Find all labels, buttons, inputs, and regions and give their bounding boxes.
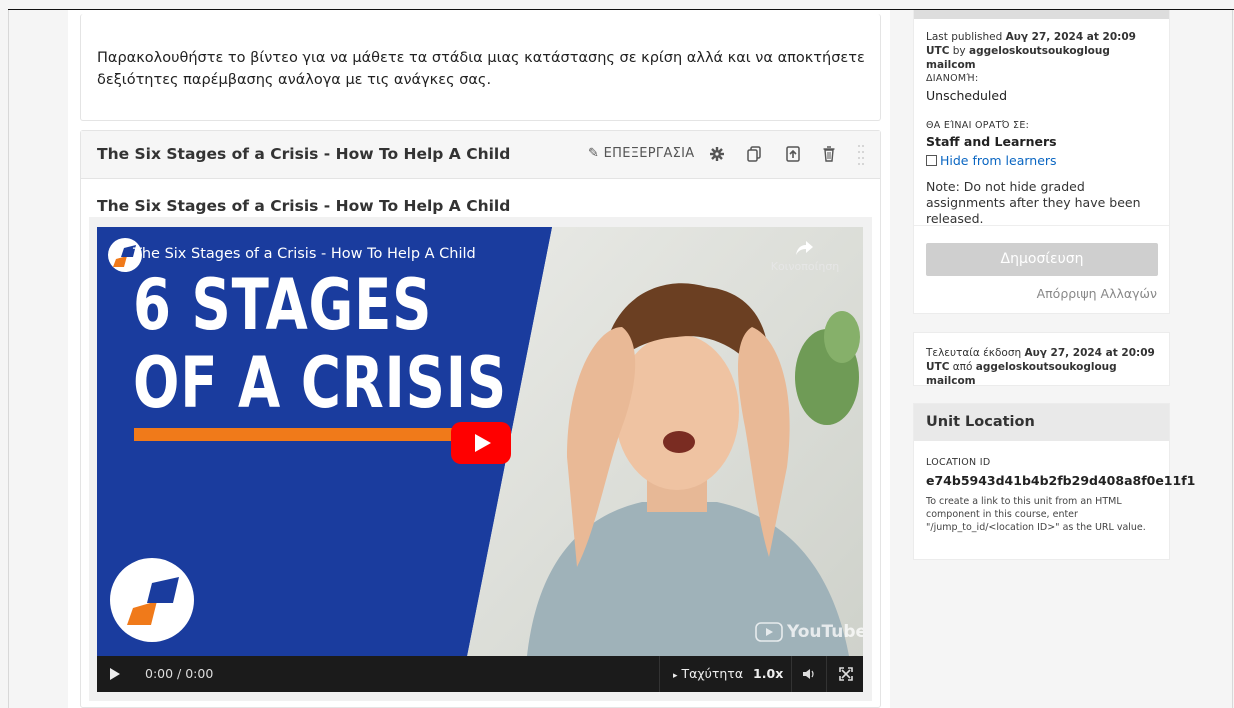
share-icon — [796, 241, 813, 255]
trash-icon[interactable] — [819, 144, 839, 164]
location-help-text: To create a link to this unit from an HT… — [926, 496, 1146, 533]
gear-icon[interactable] — [707, 144, 727, 164]
speed-control[interactable]: ▸ Ταχύτητα 1.0x — [673, 666, 783, 681]
left-edge — [8, 10, 9, 708]
publish-status-card: Last published Αυγ 27, 2024 at 20:09 UTC… — [913, 10, 1170, 314]
release-value: Unscheduled — [926, 88, 1008, 103]
controls-divider — [659, 656, 660, 692]
last-version-prefix: Τελευταία έκδοση — [926, 347, 1022, 359]
hide-checkbox[interactable] — [926, 155, 937, 166]
last-version-card: Τελευταία έκδοση Αυγ 27, 2024 at 20:09 U… — [913, 332, 1170, 388]
edit-button[interactable]: ✎ ΕΠΕΞΕΡΓΑΣΙΑ — [588, 146, 695, 161]
share-label: Κοινοποίηση — [770, 260, 840, 273]
last-published-prefix: Last published — [926, 31, 1003, 43]
youtube-logo-icon — [755, 622, 783, 642]
watermark-text: YouTube — [787, 622, 863, 642]
hide-label: Hide from learners — [940, 153, 1057, 168]
last-published-by: by — [952, 45, 966, 57]
intro-paragraph: Παρακολουθήστε το βίντεο για να μάθετε τ… — [97, 50, 865, 88]
youtube-play-icon[interactable] — [451, 422, 511, 464]
video-controls: 0:00 / 0:00 ▸ Ταχύτητα 1.0x — [97, 656, 863, 692]
thumbnail-line-1: 6 STAGES — [133, 264, 433, 346]
grading-note: Note: Do not hide graded assignments aft… — [926, 179, 1141, 226]
divider — [914, 225, 1169, 226]
visible-to-label: ΘΑ ΕΊΝΑΙ ΟΡΑΤΌ ΣΕ: — [926, 120, 1030, 131]
speed-label: Ταχύτητα — [681, 666, 744, 681]
visible-to-value: Staff and Learners — [926, 134, 1057, 149]
controls-divider-2 — [791, 656, 792, 692]
drag-handle-icon[interactable] — [857, 143, 865, 167]
unit-location-header: Unit Location — [914, 404, 1169, 441]
component-header: The Six Stages of a Crisis - How To Help… — [81, 131, 880, 179]
move-icon[interactable] — [783, 144, 803, 164]
video-heading: The Six Stages of a Crisis - How To Help… — [97, 197, 511, 215]
time-display: 0:00 / 0:00 — [145, 666, 214, 681]
video-component: The Six Stages of a Crisis - How To Help… — [80, 130, 881, 708]
share-button[interactable]: Κοινοποίηση — [769, 239, 841, 273]
publish-status-header — [914, 10, 1169, 19]
release-label: ΔΙΑΝΟΜΉ: — [926, 73, 979, 84]
fullscreen-icon[interactable] — [839, 667, 853, 681]
video-player[interactable]: The Six Stages of a Crisis - How To Help… — [97, 227, 863, 656]
volume-icon[interactable] — [802, 667, 816, 681]
thumbnail-line-2: OF A CRISIS — [133, 342, 507, 424]
unit-location-card: Unit Location LOCATION ID e74b5943d41b4b… — [913, 403, 1195, 560]
edit-label: ΕΠΕΞΕΡΓΑΣΙΑ — [603, 146, 695, 161]
component-title: The Six Stages of a Crisis - How To Help… — [97, 145, 511, 163]
youtube-watermark[interactable]: YouTube — [755, 622, 863, 642]
hide-from-learners[interactable]: Hide from learners — [926, 153, 1057, 168]
unit-location-title: Unit Location — [926, 414, 1035, 430]
last-version-from: από — [952, 361, 973, 373]
right-edge — [1232, 10, 1233, 708]
publish-button[interactable]: Δημοσίευση — [926, 243, 1158, 276]
intro-text-block: Παρακολουθήστε το βίντεο για να μάθετε τ… — [80, 14, 881, 121]
play-icon[interactable] — [109, 668, 121, 680]
duplicate-icon[interactable] — [745, 144, 765, 164]
speed-caret-icon: ▸ — [673, 671, 678, 681]
video-wrapper: The Six Stages of a Crisis - How To Help… — [89, 217, 872, 701]
discard-changes-link[interactable]: Απόρριψη Αλλαγών — [1037, 286, 1157, 301]
last-published-info: Last published Αυγ 27, 2024 at 20:09 UTC… — [926, 30, 1158, 72]
video-overlay-title[interactable]: The Six Stages of a Crisis - How To Help… — [133, 246, 476, 262]
location-id-label: LOCATION ID — [926, 457, 991, 468]
pencil-icon: ✎ — [588, 146, 600, 161]
last-version-info: Τελευταία έκδοση Αυγ 27, 2024 at 20:09 U… — [926, 346, 1158, 388]
speed-value: 1.0x — [753, 666, 784, 681]
location-id-value[interactable]: e74b5943d41b4b2fb29d408a8f0e11f1 — [926, 473, 1195, 488]
controls-divider-3 — [826, 656, 827, 692]
